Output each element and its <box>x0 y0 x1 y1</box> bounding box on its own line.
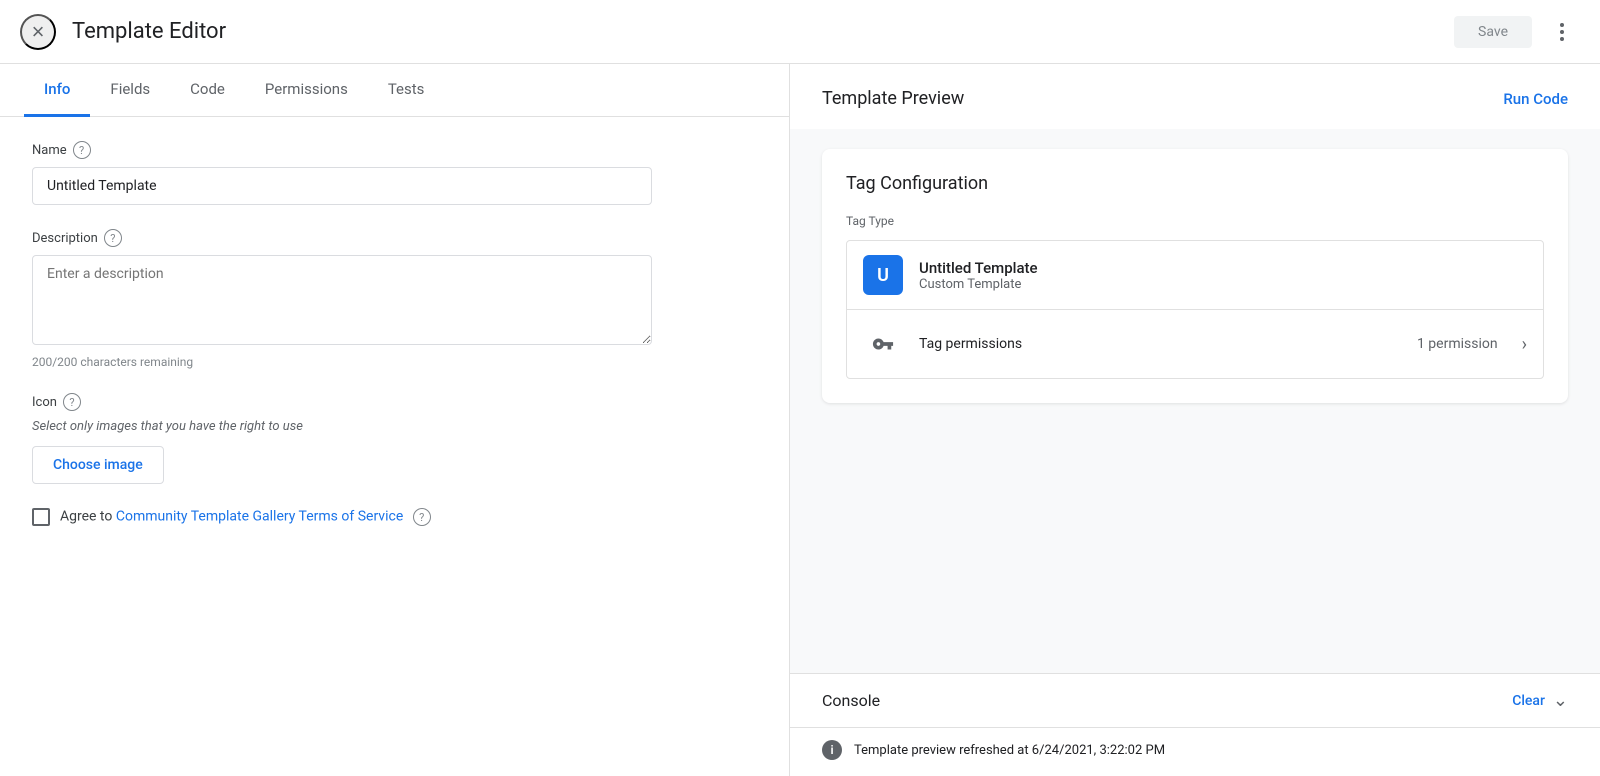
tag-permissions-row[interactable]: Tag permissions 1 permission › <box>847 310 1543 378</box>
key-icon <box>863 324 903 364</box>
name-field-group: Name ? <box>32 141 757 205</box>
tag-type-item: U Untitled Template Custom Template <box>846 240 1544 379</box>
console-section: Console Clear ⌄ i Template preview refre… <box>790 673 1600 776</box>
tag-config-card: Tag Configuration Tag Type U Untitled Te… <box>822 149 1568 403</box>
tos-help-icon[interactable]: ? <box>413 508 431 526</box>
tag-icon: U <box>863 255 903 295</box>
tag-name: Untitled Template <box>919 259 1038 277</box>
tab-permissions[interactable]: Permissions <box>245 64 368 117</box>
console-message: Template preview refreshed at 6/24/2021,… <box>854 743 1165 758</box>
right-header: Template Preview Run Code <box>790 64 1600 129</box>
tos-text: Agree to Community Template Gallery Term… <box>60 508 431 526</box>
chevron-right-icon: › <box>1522 334 1527 355</box>
tag-subname: Custom Template <box>919 277 1038 292</box>
console-header[interactable]: Console Clear ⌄ <box>790 674 1600 727</box>
tag-type-label: Tag Type <box>846 214 1544 228</box>
console-body: i Template preview refreshed at 6/24/202… <box>790 727 1600 776</box>
tabs-nav: Info Fields Code Permissions Tests <box>0 64 789 117</box>
three-dots-icon <box>1560 23 1564 41</box>
tab-fields[interactable]: Fields <box>90 64 170 117</box>
template-preview-title: Template Preview <box>822 88 964 109</box>
console-log-row: i Template preview refreshed at 6/24/202… <box>822 740 1568 760</box>
icon-label: Icon ? <box>32 393 757 411</box>
tag-config-area: Tag Configuration Tag Type U Untitled Te… <box>790 129 1600 673</box>
left-panel: Info Fields Code Permissions Tests Name … <box>0 64 790 776</box>
description-input[interactable] <box>32 255 652 345</box>
save-button[interactable]: Save <box>1454 16 1532 48</box>
icon-help-icon[interactable]: ? <box>63 393 81 411</box>
name-label: Name ? <box>32 141 757 159</box>
main-layout: Info Fields Code Permissions Tests Name … <box>0 64 1600 776</box>
tab-code[interactable]: Code <box>170 64 245 117</box>
tos-link[interactable]: Community Template Gallery Terms of Serv… <box>116 509 403 525</box>
tos-checkbox[interactable] <box>32 508 50 526</box>
permissions-label: Tag permissions <box>919 336 1401 352</box>
info-log-icon: i <box>822 740 842 760</box>
icon-field-group: Icon ? Select only images that you have … <box>32 393 757 484</box>
page-title: Template Editor <box>72 19 226 44</box>
app-header: × Template Editor Save <box>0 0 1600 64</box>
close-button[interactable]: × <box>20 14 56 50</box>
char-count: 200/200 characters remaining <box>32 355 757 369</box>
description-label: Description ? <box>32 229 757 247</box>
left-content: Name ? Description ? 200/200 characters … <box>0 117 789 776</box>
right-panel: Template Preview Run Code Tag Configurat… <box>790 64 1600 776</box>
clear-button[interactable]: Clear <box>1512 693 1545 709</box>
choose-image-button[interactable]: Choose image <box>32 446 164 484</box>
name-help-icon[interactable]: ? <box>73 141 91 159</box>
tab-info[interactable]: Info <box>24 64 90 117</box>
tag-config-title: Tag Configuration <box>846 173 1544 194</box>
name-input[interactable] <box>32 167 652 205</box>
console-title: Console <box>822 691 1504 710</box>
tag-info: Untitled Template Custom Template <box>919 259 1038 292</box>
tab-tests[interactable]: Tests <box>368 64 445 117</box>
run-code-button[interactable]: Run Code <box>1503 90 1568 108</box>
more-options-button[interactable] <box>1544 14 1580 50</box>
description-help-icon[interactable]: ? <box>104 229 122 247</box>
icon-subtitle: Select only images that you have the rig… <box>32 419 757 434</box>
collapse-icon: ⌄ <box>1553 690 1568 711</box>
description-field-group: Description ? 200/200 characters remaini… <box>32 229 757 369</box>
permissions-count: 1 permission <box>1417 336 1498 352</box>
tos-row: Agree to Community Template Gallery Term… <box>32 508 757 526</box>
header-actions: Save <box>1454 14 1580 50</box>
tag-main-row: U Untitled Template Custom Template <box>847 241 1543 310</box>
